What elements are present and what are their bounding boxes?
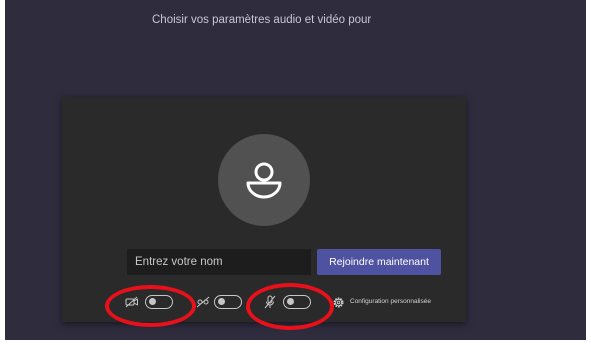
camera-toggle[interactable] (145, 295, 173, 309)
custom-settings-link[interactable]: Configuration personnalisée (350, 298, 431, 305)
avatar (218, 134, 310, 226)
toggle-knob (149, 298, 156, 305)
gear-icon[interactable] (332, 296, 345, 309)
toggle-knob (218, 298, 225, 305)
toggle-knob (287, 298, 294, 305)
join-now-button[interactable]: Rejoindre maintenant (317, 249, 441, 275)
microphone-off-icon[interactable] (264, 295, 276, 309)
pre-join-screen: Choisir vos paramètres audio et vidéo po… (0, 0, 591, 345)
background-blur-toggle[interactable] (214, 295, 242, 309)
page-title: Choisir vos paramètres audio et vidéo po… (152, 14, 372, 26)
microphone-toggle[interactable] (283, 295, 311, 309)
person-icon (246, 162, 282, 199)
camera-off-icon[interactable] (125, 296, 139, 308)
name-input[interactable] (127, 249, 311, 275)
background-blur-icon[interactable] (196, 296, 210, 308)
